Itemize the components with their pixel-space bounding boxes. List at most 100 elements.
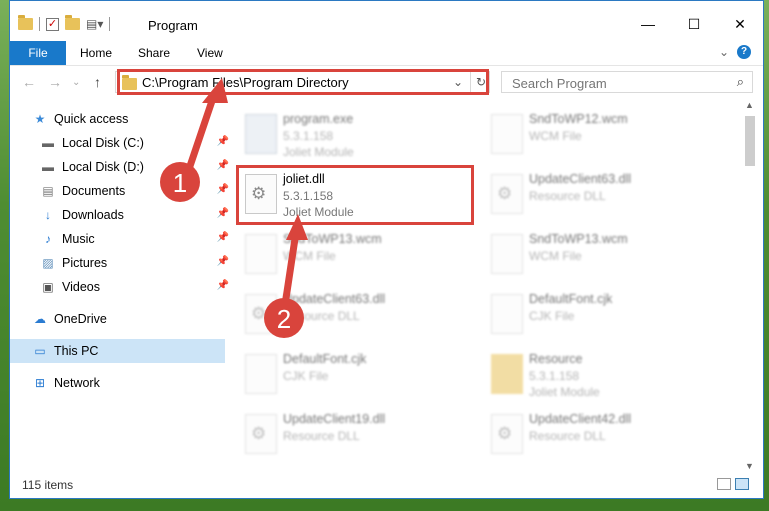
file-name: UpdateClient63.dll <box>529 172 632 186</box>
customize-toolbar-icon[interactable]: ▤▾ <box>86 17 103 31</box>
pictures-icon: ▨ <box>42 256 54 270</box>
sidebar-item-label: OneDrive <box>54 312 107 326</box>
folder-icon <box>491 354 523 394</box>
scroll-thumb[interactable] <box>745 116 755 166</box>
file-item-updateclient19[interactable]: UpdateClient19.dll Resource DLL <box>235 404 475 462</box>
details-view-icon[interactable] <box>717 478 731 490</box>
sidebar-item-local-disk-c[interactable]: ▬ Local Disk (C:) 📌 <box>10 131 233 155</box>
sidebar-item-network[interactable]: ⊞ Network <box>10 371 225 395</box>
recent-locations-button[interactable]: ⌄ <box>72 77 80 88</box>
music-icon: ♪ <box>45 232 51 246</box>
file-type: CJK File <box>283 369 329 383</box>
file-item-updateclient63[interactable]: UpdateClient63.dll Resource DLL <box>481 164 721 222</box>
sidebar-item-quick-access[interactable]: ★ Quick access <box>10 107 225 131</box>
file-item-sndtowp13[interactable]: SndToWP13.wcm WCM File <box>235 224 475 282</box>
file-name: SndToWP13.wcm <box>283 232 382 246</box>
file-type: Resource DLL <box>283 309 360 323</box>
gear-icon <box>491 174 523 214</box>
folder-icon <box>18 15 33 30</box>
file-name: program.exe <box>283 112 354 126</box>
file-name: UpdateClient63.dll <box>283 292 386 306</box>
tab-view[interactable]: View <box>197 41 223 65</box>
large-icons-view-icon[interactable] <box>735 478 749 490</box>
sidebar-item-local-disk-d[interactable]: ▬ Local Disk (D:) 📌 <box>10 155 233 179</box>
sidebar-item-label: Local Disk (D:) <box>62 160 144 174</box>
maximize-button[interactable]: ☐ <box>671 9 717 39</box>
file-name: Resource <box>529 352 583 366</box>
sidebar-item-pictures[interactable]: ▨ Pictures 📌 <box>10 251 233 275</box>
file-item-defaultfont[interactable]: DefaultFont.cjk CJK File <box>481 284 721 342</box>
sidebar-item-label: Videos <box>62 280 100 294</box>
file-name: UpdateClient42.dll <box>529 412 632 426</box>
tab-file[interactable]: File <box>10 41 66 65</box>
sidebar-item-label: Local Disk (C:) <box>62 136 144 150</box>
up-button[interactable]: ↑ <box>94 74 101 90</box>
search-box[interactable]: ⌕ <box>501 71 753 93</box>
file-type: WCM File <box>529 249 582 263</box>
minimize-button[interactable]: — <box>625 9 671 39</box>
tab-home[interactable]: Home <box>80 41 112 65</box>
file-item-sndtowp12[interactable]: SndToWP12.wcm WCM File <box>481 104 721 162</box>
quick-access-toolbar: ✓ ▤▾ <box>18 15 111 31</box>
file-list: program.exe 5.3.1.158 Joliet Module SndT… <box>215 98 740 473</box>
navigation-pane: ★ Quick access ▬ Local Disk (C:) 📌 ▬ Loc… <box>10 101 229 471</box>
help-icon[interactable]: ? <box>737 45 751 59</box>
sidebar-item-label: Network <box>54 376 100 390</box>
file-item-resource[interactable]: Resource 5.3.1.158 Joliet Module <box>481 344 721 402</box>
window-title: Program <box>148 18 198 33</box>
sidebar-item-label: Quick access <box>54 112 129 126</box>
file-type: WCM File <box>529 129 582 143</box>
status-bar: 115 items <box>10 472 763 498</box>
file-version: 5.3.1.158 <box>529 369 580 383</box>
gear-icon <box>245 294 277 334</box>
file-type: WCM File <box>283 249 336 263</box>
properties-icon[interactable]: ✓ <box>46 17 59 31</box>
gear-icon <box>245 414 277 454</box>
file-explorer-window: ✓ ▤▾ Program — ☐ ✕ File Home Share View … <box>9 0 764 499</box>
chevron-down-icon[interactable]: ⌄ <box>719 45 729 59</box>
file-type: Resource DLL <box>529 429 606 443</box>
vertical-scrollbar[interactable]: ▲ ▼ <box>743 98 757 473</box>
file-item-updateclient42[interactable]: UpdateClient42.dll Resource DLL <box>481 404 721 462</box>
sidebar-item-videos[interactable]: ▣ Videos 📌 <box>10 275 233 299</box>
star-icon: ★ <box>34 112 46 126</box>
file-highlight <box>236 165 474 225</box>
file-item-updateclient63[interactable]: UpdateClient63.dll Resource DLL <box>235 284 475 342</box>
file-name: DefaultFont.cjk <box>283 352 367 366</box>
network-icon: ⊞ <box>34 376 46 390</box>
drive-icon: ▬ <box>42 160 54 174</box>
sidebar-item-downloads[interactable]: ↓ Downloads 📌 <box>10 203 233 227</box>
sidebar-item-documents[interactable]: ▤ Documents 📌 <box>10 179 233 203</box>
file-item-defaultfont[interactable]: DefaultFont.cjk CJK File <box>235 344 475 402</box>
item-count: 115 items <box>22 478 74 492</box>
search-input[interactable] <box>510 74 714 92</box>
close-button[interactable]: ✕ <box>717 9 763 39</box>
gear-icon <box>491 414 523 454</box>
back-button[interactable]: ← <box>22 74 36 90</box>
file-name: UpdateClient19.dll <box>283 412 386 426</box>
file-item-program-exe[interactable]: program.exe 5.3.1.158 Joliet Module <box>235 104 475 162</box>
sidebar-item-this-pc[interactable]: ▭ This PC <box>10 339 225 363</box>
title-bar: ✓ ▤▾ Program — ☐ ✕ <box>10 1 763 41</box>
file-item-sndtowp13[interactable]: SndToWP13.wcm WCM File <box>481 224 721 282</box>
scroll-up-icon[interactable]: ▲ <box>745 100 754 110</box>
navigation-bar: ← → ⌄ ↑ C:\Program Files\Program Directo… <box>10 66 763 98</box>
ribbon: File Home Share View ⌄ ? <box>10 41 763 66</box>
forward-button[interactable]: → <box>48 74 62 90</box>
address-highlight <box>117 69 489 95</box>
sidebar-item-music[interactable]: ♪ Music 📌 <box>10 227 233 251</box>
new-folder-icon[interactable] <box>65 15 80 30</box>
sidebar-item-label: Pictures <box>62 256 108 270</box>
search-icon[interactable]: ⌕ <box>737 74 744 90</box>
sidebar-item-onedrive[interactable]: ☁ OneDrive <box>10 307 225 331</box>
scroll-down-icon[interactable]: ▼ <box>745 461 754 471</box>
file-description: Joliet Module <box>283 145 354 159</box>
file-type: Resource DLL <box>283 429 360 443</box>
tab-share[interactable]: Share <box>138 41 170 65</box>
application-icon <box>245 114 277 154</box>
file-name: SndToWP13.wcm <box>529 232 628 246</box>
file-type: CJK File <box>529 309 575 323</box>
drive-icon: ▬ <box>42 136 54 150</box>
separator <box>109 17 111 31</box>
separator <box>39 17 40 31</box>
